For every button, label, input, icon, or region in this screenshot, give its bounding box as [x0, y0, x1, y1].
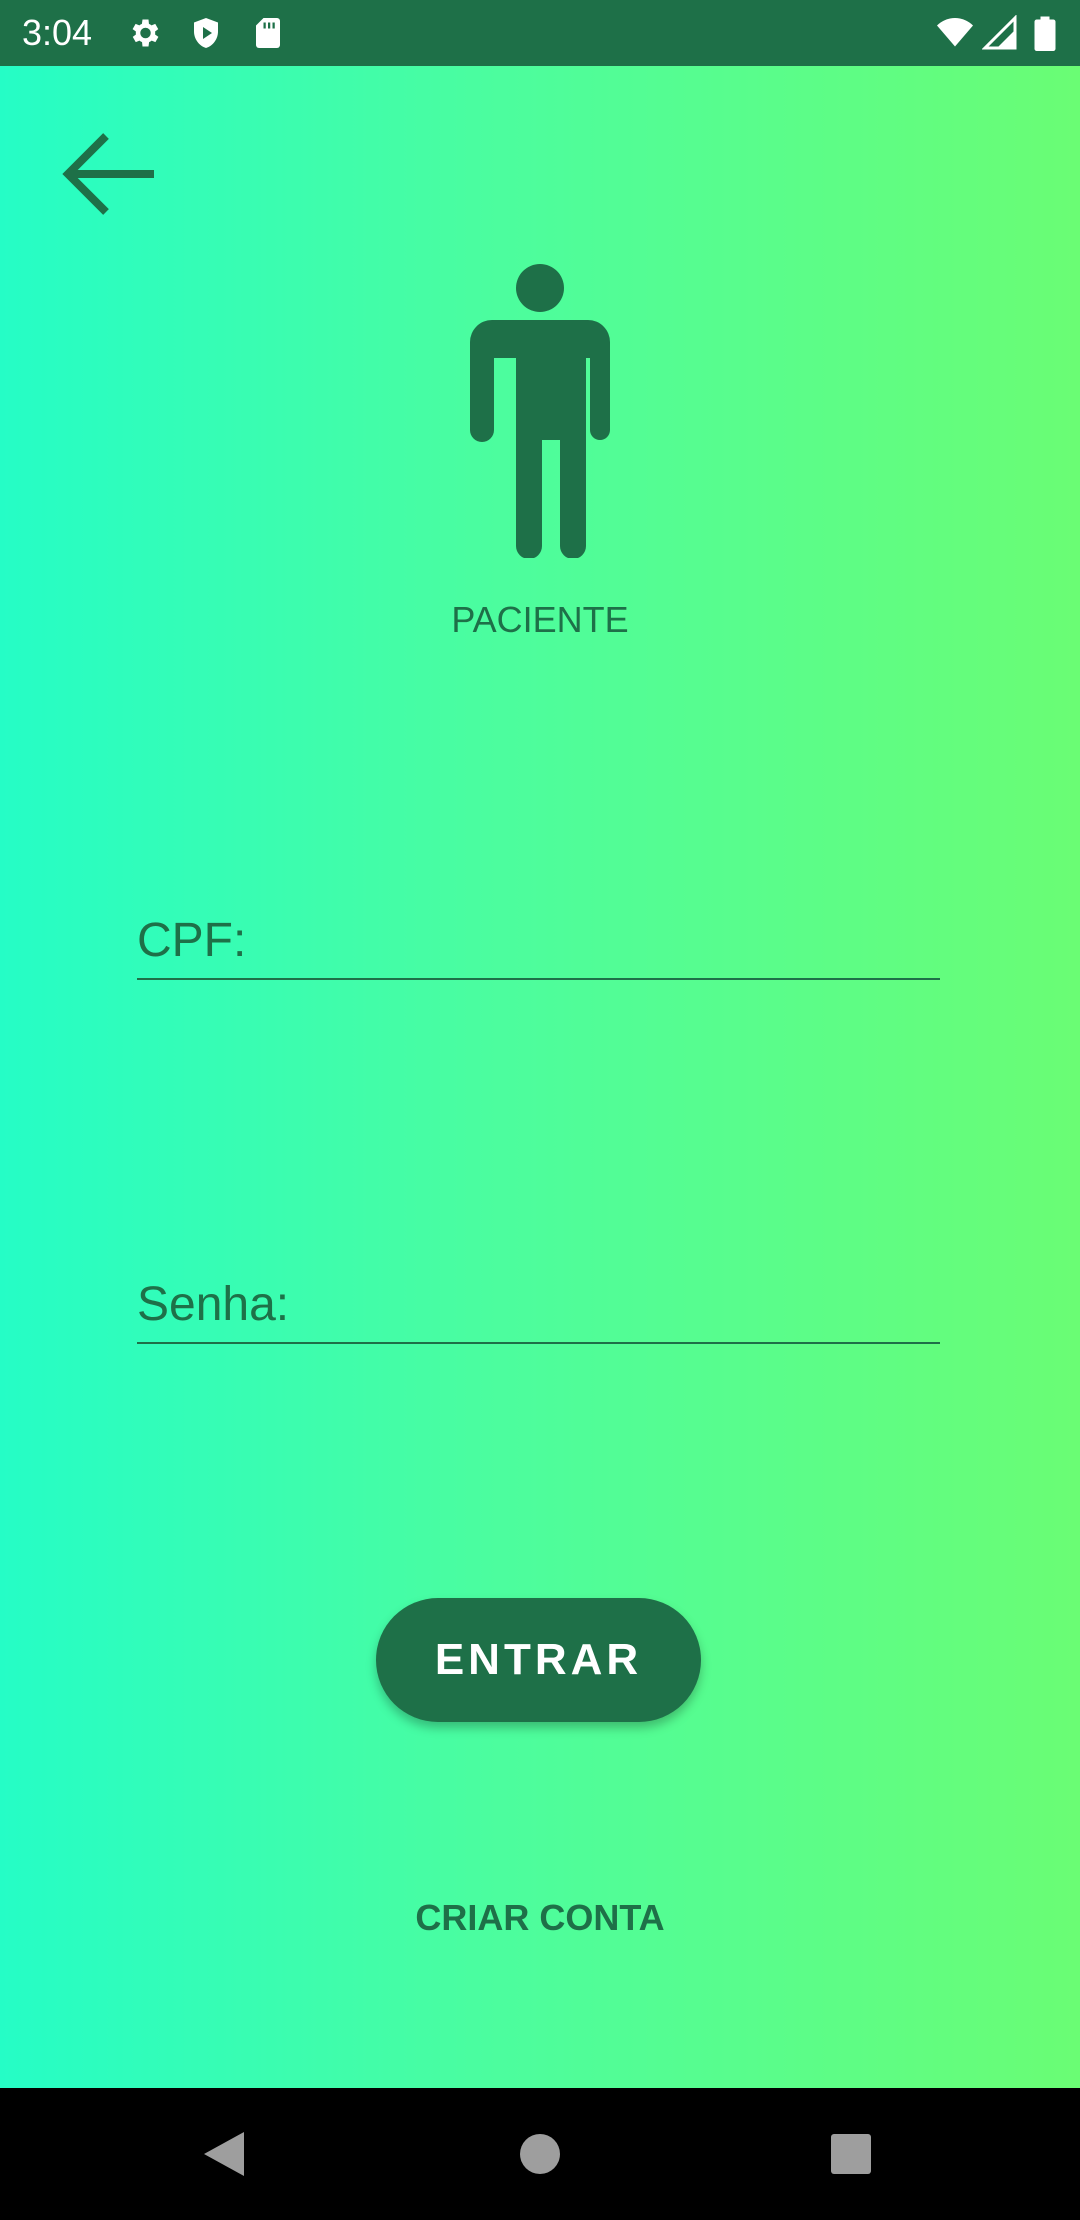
back-triangle-icon[interactable]: [198, 2126, 254, 2182]
cpf-input[interactable]: [137, 902, 940, 980]
arrow-back-icon: [62, 133, 154, 215]
home-circle-icon[interactable]: [512, 2126, 568, 2182]
settings-icon: [126, 15, 162, 51]
password-input[interactable]: [137, 1266, 940, 1344]
create-account-link[interactable]: CRIAR CONTA: [340, 1896, 740, 1940]
back-button[interactable]: [56, 126, 160, 230]
shield-play-icon: [188, 15, 224, 51]
sd-card-icon: [250, 15, 286, 51]
enter-button[interactable]: ENTRAR: [376, 1598, 701, 1722]
battery-icon: [1032, 15, 1058, 51]
password-field-container: [137, 1266, 940, 1346]
signal-icon: [982, 15, 1018, 51]
cpf-field-container: [137, 902, 940, 982]
role-label: PACIENTE: [451, 599, 629, 640]
navigation-bar: [0, 2088, 1080, 2220]
status-time: 3:04: [22, 12, 93, 53]
login-screen: PACIENTE ENTRAR CRIAR CONTA: [0, 66, 1080, 2088]
phone-screen: 3:04 PACIENTE CPF: ENTRAR CRIAR CONTA: [0, 0, 1080, 2220]
person-icon: [470, 264, 610, 558]
status-bar: 3:04: [0, 0, 1080, 66]
recents-square-icon[interactable]: [823, 2126, 879, 2182]
wifi-icon: [934, 15, 976, 51]
